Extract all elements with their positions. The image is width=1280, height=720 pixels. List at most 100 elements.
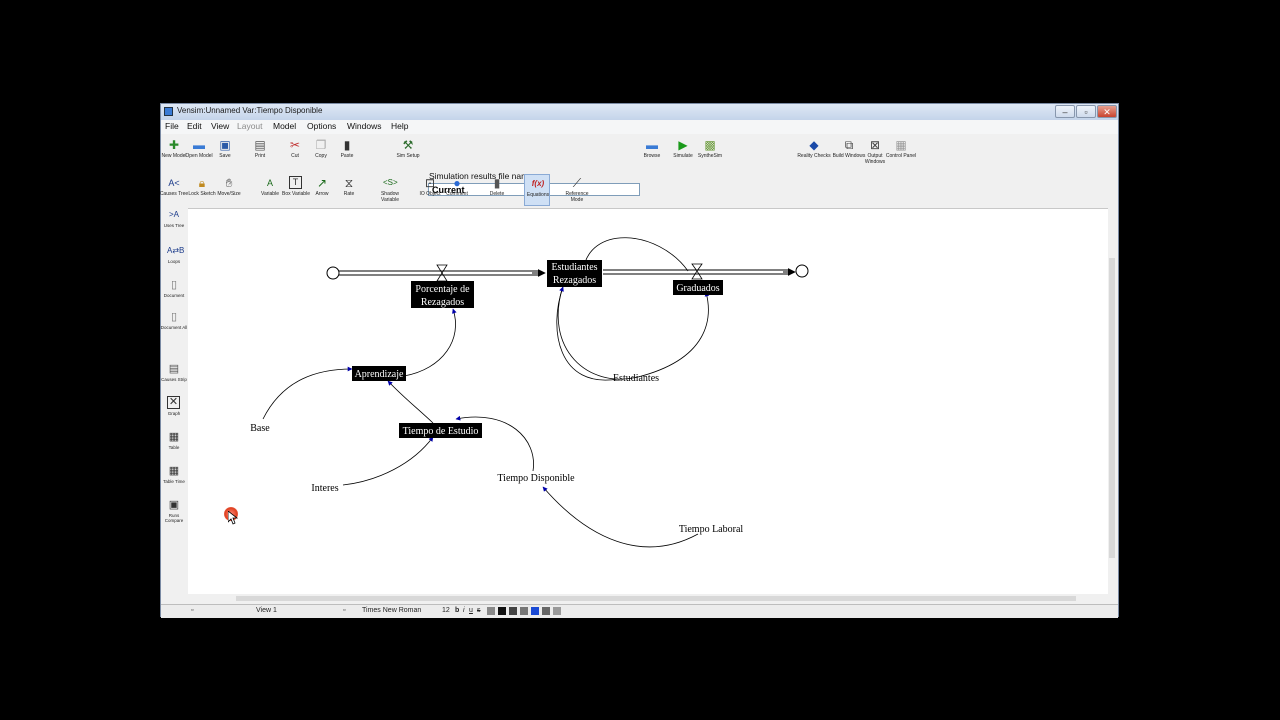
comment-button[interactable]: ● Comment bbox=[444, 174, 470, 206]
minimize-button[interactable]: – bbox=[1055, 105, 1075, 118]
menu-view[interactable]: View bbox=[211, 121, 229, 131]
control-panel-icon: ▦ bbox=[895, 138, 907, 152]
browse-button[interactable]: ▬ Browse bbox=[639, 136, 665, 168]
var-interes[interactable]: Interes bbox=[311, 483, 338, 494]
browse-folder-icon: ▬ bbox=[646, 138, 658, 152]
save-label: Save bbox=[219, 153, 231, 159]
flow-pipe-out[interactable] bbox=[603, 268, 796, 276]
rate-button[interactable]: ⧖ Rate bbox=[336, 174, 362, 206]
uses-tree-button[interactable]: >A Uses Tree bbox=[163, 208, 185, 240]
link-base-aprendizaje[interactable] bbox=[262, 366, 353, 420]
move-size-label: Move/Size bbox=[217, 191, 241, 197]
main-toolbar: ✚ New Model ▬ Open Model ▣ Save ▤ Print … bbox=[161, 136, 1118, 196]
vertical-scrollbar[interactable] bbox=[1108, 208, 1116, 594]
io-object-button[interactable]: ⊡ IO Object bbox=[417, 174, 443, 206]
document-button[interactable]: ▯ Document bbox=[163, 278, 185, 310]
menu-help[interactable]: Help bbox=[391, 121, 408, 131]
maximize-button[interactable]: ▫ bbox=[1076, 105, 1096, 118]
menu-layout[interactable]: Layout bbox=[237, 121, 263, 131]
new-model-button[interactable]: ✚ New Model bbox=[161, 136, 187, 168]
aux-aprendizaje[interactable]: Aprendizaje bbox=[352, 366, 406, 381]
menu-options[interactable]: Options bbox=[307, 121, 336, 131]
shape-swatch[interactable] bbox=[509, 607, 517, 615]
horizontal-scroll-thumb[interactable] bbox=[236, 596, 1076, 601]
delete-button[interactable]: ▮ Delete bbox=[484, 174, 510, 206]
font-size-selector[interactable]: 12 bbox=[442, 607, 450, 614]
cut-button[interactable]: ✂ Cut bbox=[282, 136, 308, 168]
source-cloud-icon bbox=[326, 266, 340, 280]
var-tiempo-laboral[interactable]: Tiempo Laboral bbox=[679, 524, 744, 535]
link-aprendizaje-porcentaje[interactable] bbox=[403, 308, 457, 377]
control-panel-button[interactable]: ▦ Control Panel bbox=[886, 136, 916, 168]
move-size-button[interactable]: ✋︎ Move/Size bbox=[216, 174, 242, 206]
print-label: Print bbox=[254, 153, 266, 159]
table-button[interactable]: ▦ Table bbox=[163, 430, 185, 462]
bold-button[interactable]: b bbox=[455, 607, 459, 614]
view-selector[interactable]: View 1 bbox=[256, 607, 277, 614]
comment-icon: ● bbox=[453, 176, 461, 190]
menu-edit[interactable]: Edit bbox=[187, 121, 202, 131]
variable-button[interactable]: A Variable bbox=[257, 174, 283, 206]
causes-strip-button[interactable]: ▤ Causes Strip bbox=[161, 362, 187, 394]
shadow-variable-icon: <S> bbox=[383, 178, 398, 187]
graph-button[interactable]: ✕ Graph bbox=[163, 396, 185, 428]
link-interes-tiempo-estudio[interactable] bbox=[342, 436, 434, 486]
equations-button[interactable]: f(x) Equations bbox=[524, 174, 550, 206]
menu-windows[interactable]: Windows bbox=[347, 121, 381, 131]
arrow-button[interactable]: ↗ Arrow bbox=[309, 174, 335, 206]
link-estudiantes-graduados[interactable] bbox=[557, 285, 710, 380]
build-windows-icon: ⧉ bbox=[844, 138, 854, 152]
reality-checks-button[interactable]: ◆ Reality Checks bbox=[797, 136, 830, 168]
font-selector[interactable]: Times New Roman bbox=[362, 607, 421, 614]
document-all-button[interactable]: ▯ Document All bbox=[161, 310, 188, 342]
sim-setup-button[interactable]: ⚒ Sim Setup bbox=[395, 136, 421, 168]
underline-button[interactable]: u bbox=[469, 607, 473, 614]
paste-button[interactable]: ▮ Paste bbox=[334, 136, 360, 168]
shape-swatch-4[interactable] bbox=[553, 607, 561, 615]
table-time-button[interactable]: ▦ Table Time bbox=[163, 464, 185, 496]
clipboard-icon: ▮ bbox=[343, 138, 351, 152]
level-estudiantes-rezagados[interactable]: Estudiantes Rezagados bbox=[547, 260, 602, 287]
color-swatch-black[interactable] bbox=[498, 607, 506, 615]
lock-toggle-icon[interactable]: ▫ bbox=[191, 607, 193, 614]
rate-porcentaje-de-rezagados[interactable]: Porcentaje de Rezagados bbox=[411, 281, 474, 308]
output-windows-button[interactable]: ⊠ Output Windows bbox=[862, 136, 888, 168]
shape-swatch-3[interactable] bbox=[542, 607, 550, 615]
link-tiempo-laboral-disponible[interactable] bbox=[542, 486, 699, 548]
var-estudiantes[interactable]: Estudiantes bbox=[613, 373, 659, 384]
horizontal-scrollbar[interactable] bbox=[188, 594, 1109, 603]
loops-button[interactable]: A⇄B Loops bbox=[163, 244, 185, 276]
aux-tiempo-de-estudio[interactable]: Tiempo de Estudio bbox=[399, 423, 482, 438]
lock-sketch-button[interactable]: 🔒︎ Lock Sketch bbox=[188, 174, 215, 206]
close-button[interactable]: ✕ bbox=[1097, 105, 1117, 118]
box-variable-button[interactable]: T Box Variable bbox=[282, 174, 310, 206]
color-swatch-blue[interactable] bbox=[531, 607, 539, 615]
link-tiempo-estudio-aprendizaje[interactable] bbox=[387, 380, 434, 424]
shape-swatch-2[interactable] bbox=[520, 607, 528, 615]
grid-toggle-icon[interactable]: ▫ bbox=[343, 607, 345, 614]
print-button[interactable]: ▤ Print bbox=[247, 136, 273, 168]
vertical-scroll-thumb[interactable] bbox=[1109, 258, 1115, 558]
strikeout-button[interactable]: s bbox=[477, 607, 481, 614]
synthesim-icon: ▩ bbox=[704, 138, 716, 152]
copy-button[interactable]: ❐ Copy bbox=[308, 136, 334, 168]
synthesim-button[interactable]: ▩ SyntheSim bbox=[697, 136, 723, 168]
italic-button[interactable]: i bbox=[463, 607, 465, 614]
title-bar: Vensim:Unnamed Var:Tiempo Disponible – ▫… bbox=[161, 104, 1118, 120]
sketch-canvas[interactable]: Estudiantes Rezagados Porcentaje de Reza… bbox=[188, 208, 1109, 594]
reference-mode-button[interactable]: ⟋ Reference Mode bbox=[564, 174, 590, 206]
var-tiempo-disponible[interactable]: Tiempo Disponible bbox=[497, 473, 575, 484]
rate-graduados[interactable]: Graduados bbox=[673, 280, 723, 295]
var-base[interactable]: Base bbox=[250, 423, 270, 434]
outflow-valve-icon bbox=[691, 263, 703, 280]
menu-file[interactable]: File bbox=[165, 121, 179, 131]
causes-strip-icon: ▤ bbox=[168, 363, 180, 375]
menu-model[interactable]: Model bbox=[273, 121, 296, 131]
save-button[interactable]: ▣ Save bbox=[212, 136, 238, 168]
runs-compare-button[interactable]: ▣ Runs Compare bbox=[163, 498, 185, 530]
link-estudiantes-rezagados[interactable] bbox=[556, 286, 619, 381]
color-swatch-gray[interactable] bbox=[487, 607, 495, 615]
simulate-button[interactable]: ▶ Simulate bbox=[670, 136, 696, 168]
shadow-variable-button[interactable]: <S> Shadow Variable bbox=[377, 174, 403, 206]
open-model-button[interactable]: ▬ Open Model bbox=[185, 136, 212, 168]
